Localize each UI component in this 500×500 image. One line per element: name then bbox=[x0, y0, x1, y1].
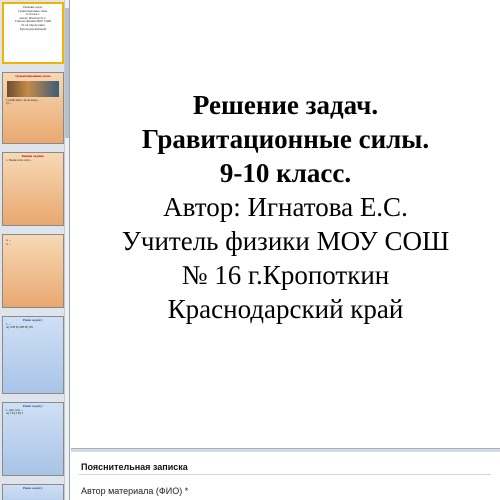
slide-thumbnail-1[interactable]: Решение задач. Гравитационные силы. 9-10… bbox=[2, 2, 64, 64]
scrollbar-thumb[interactable] bbox=[65, 8, 69, 138]
thumb-line: 1. Вычислите силу... bbox=[6, 157, 32, 162]
slide-thumbnail-2[interactable]: Гравитационные силы 1) Действует ли на к… bbox=[2, 72, 64, 144]
notes-divider-line bbox=[79, 474, 491, 475]
thumb-title: Реши задачу: bbox=[22, 486, 44, 490]
slide-thumbnail-panel[interactable]: Решение задач. Гравитационные силы. 9-10… bbox=[0, 0, 70, 500]
thumb-photo bbox=[7, 80, 59, 97]
slide-author-line: Учитель физики МОУ СОШ bbox=[121, 226, 450, 256]
thumb-title: Гравитационные силы bbox=[15, 74, 51, 78]
slide-text-block: Решение задач. Гравитационные силы. 9-10… bbox=[71, 88, 500, 326]
thumb-line: А) 1 Б) 2 В) 3 bbox=[6, 411, 24, 416]
thumb-line: Краснодарский край bbox=[19, 26, 47, 31]
author-field-label: Автор материала (ФИО) * bbox=[81, 486, 189, 496]
notes-title: Пояснительная записка bbox=[81, 462, 188, 472]
slide-title-line: Гравитационные силы. bbox=[141, 124, 430, 154]
slide-author-line: Краснодарский край bbox=[167, 294, 404, 324]
slide-author-line: № 16 г.Кропоткин bbox=[181, 260, 390, 290]
slide-canvas[interactable]: Решение задач. Гравитационные силы. 9-10… bbox=[71, 0, 500, 448]
slide-title-line: Решение задач. bbox=[192, 90, 379, 120]
thumbnail-scrollbar[interactable] bbox=[64, 0, 69, 500]
thumb-line: 4. ... bbox=[6, 238, 12, 242]
slide-title-line: 9-10 класс. bbox=[219, 158, 352, 188]
slide-thumbnail-5[interactable]: Реши задачу: 1. ... А) 10Н Б) 20Н В) 5Н bbox=[2, 316, 64, 394]
slide-thumbnail-6[interactable]: Реши задачу: 1. Две тела ... А) 1 Б) 2 В… bbox=[2, 402, 64, 476]
notes-panel: Пояснительная записка Автор материала (Ф… bbox=[71, 452, 500, 500]
slide-thumbnail-4[interactable]: 4. ... 5. ... bbox=[2, 234, 64, 308]
slide-thumbnail-3[interactable]: Решим задачи: 1. Вычислите силу... bbox=[2, 152, 64, 226]
slide-thumbnail-7[interactable]: Реши задачу: bbox=[2, 484, 64, 500]
thumb-line: 5. ... bbox=[6, 241, 12, 246]
thumb-line: 2) ... bbox=[6, 101, 12, 106]
slide-author-line: Автор: Игнатова Е.С. bbox=[163, 192, 408, 222]
thumb-line: А) 10Н Б) 20Н В) 5Н bbox=[6, 325, 33, 330]
